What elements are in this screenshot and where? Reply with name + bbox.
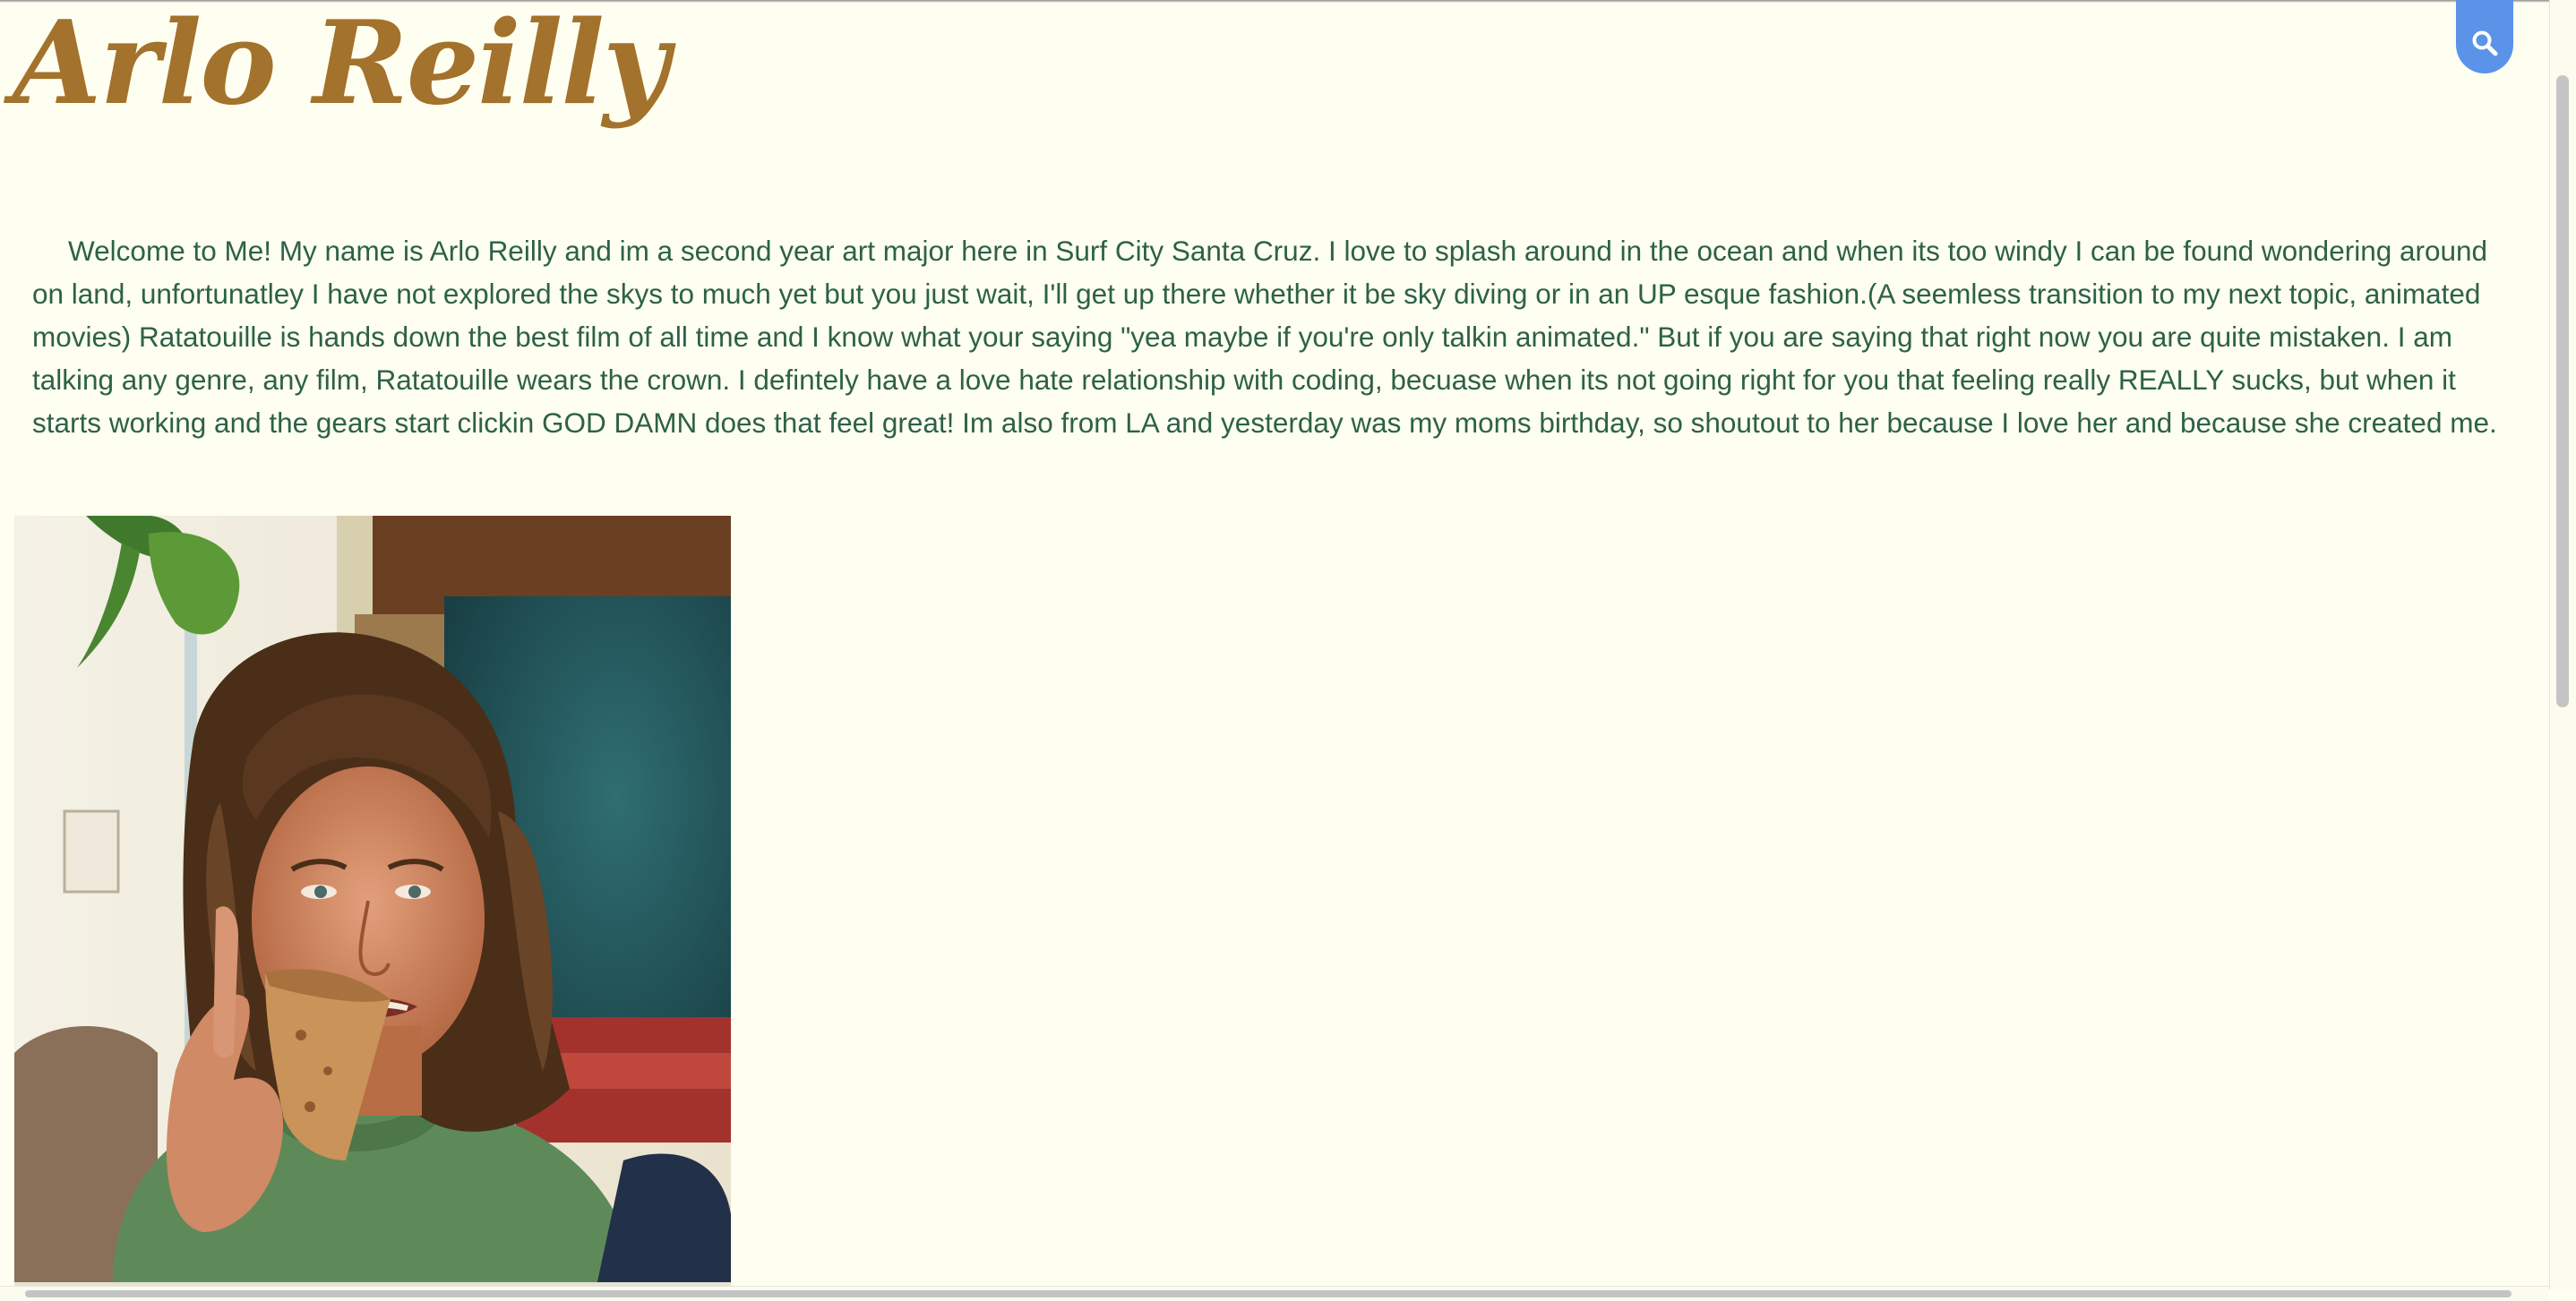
vertical-scrollbar-thumb[interactable] [2556, 75, 2569, 707]
intro-paragraph: Welcome to Me! My name is Arlo Reilly an… [32, 235, 2497, 439]
portrait-photo [14, 516, 731, 1286]
horizontal-scrollbar-thumb[interactable] [25, 1290, 2512, 1297]
page-title: Arlo Reilly [13, 0, 669, 131]
horizontal-scrollbar[interactable] [0, 1286, 2549, 1301]
search-button[interactable] [2456, 0, 2513, 73]
search-icon [2471, 30, 2498, 61]
vertical-scrollbar[interactable] [2549, 0, 2576, 1289]
